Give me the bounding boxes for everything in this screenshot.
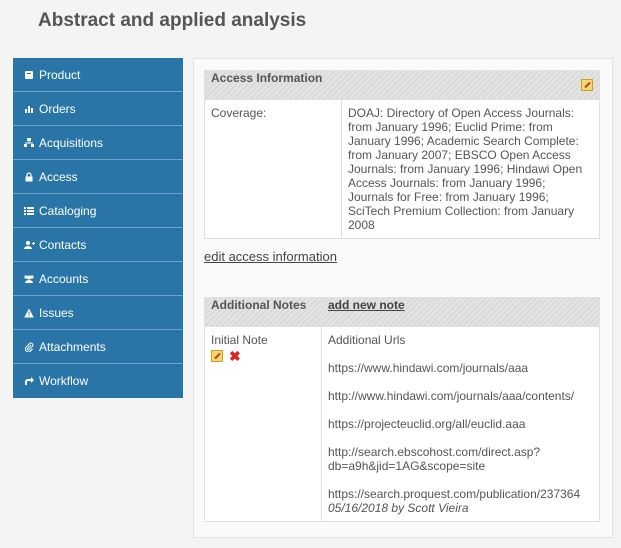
sidebar-item-acquisitions[interactable]: Acquisitions — [13, 126, 183, 160]
sidebar-item-label: Workflow — [39, 374, 89, 388]
user-plus-icon — [23, 240, 35, 250]
edit-pencil-icon[interactable] — [581, 79, 593, 91]
page-title: Abstract and applied analysis — [38, 10, 307, 31]
note-body: Additional Urls https://www.hindawi.com/… — [321, 326, 600, 522]
sidebar-item-accounts[interactable]: Accounts — [13, 262, 183, 296]
coverage-label: Coverage: — [204, 99, 342, 239]
table-row: Initial Note ✖ Additional Urls https://w… — [204, 326, 600, 522]
lock-icon — [23, 171, 35, 182]
sitemap-icon — [23, 137, 35, 148]
note-url: https://www.hindawi.com/journals/aaa — [328, 361, 529, 375]
note-url: https://projecteuclid.org/all/euclid.aaa — [328, 417, 526, 431]
edit-access-link[interactable]: edit access information — [204, 249, 337, 264]
additional-notes-table: Additional Notes add new note Initial No… — [204, 297, 600, 522]
sidebar-item-cataloging[interactable]: Cataloging — [13, 194, 183, 228]
users-icon — [23, 274, 35, 284]
book-icon — [23, 70, 35, 80]
access-information-table: Access Information Coverage: DOAJ: Direc… — [204, 70, 600, 239]
sidebar-item-workflow[interactable]: Workflow — [13, 364, 183, 398]
warning-icon — [23, 308, 35, 318]
add-new-note-link[interactable]: add new note — [328, 298, 405, 312]
sidebar-item-label: Cataloging — [39, 203, 97, 218]
edit-pencil-icon[interactable] — [211, 350, 223, 362]
sidebar-item-label: Product — [39, 67, 81, 82]
note-meta: 05/16/2018 by Scott Vieira — [328, 501, 469, 515]
note-url: https://search.proquest.com/publication/… — [328, 487, 581, 501]
sidebar-item-label: Orders — [39, 101, 76, 116]
note-heading: Additional Urls — [328, 333, 406, 347]
main-panel: Access Information Coverage: DOAJ: Direc… — [193, 58, 613, 538]
note-actions: ✖ — [211, 349, 315, 363]
sidebar-item-orders[interactable]: Orders — [13, 92, 183, 126]
notes-header-actions: add new note — [321, 297, 600, 327]
sidebar-item-label: Accounts — [39, 271, 89, 286]
sidebar-item-label: Acquisitions — [39, 135, 104, 150]
note-url: http://www.hindawi.com/journals/aaa/cont… — [328, 389, 575, 403]
sidebar-item-label: Issues — [39, 305, 74, 320]
sidebar: Product Orders Acquisitions Access Catal… — [13, 58, 183, 398]
access-header-title: Access Information — [211, 71, 323, 85]
note-title-cell: Initial Note ✖ — [204, 326, 322, 522]
list-icon — [23, 206, 35, 216]
share-icon — [23, 376, 35, 386]
note-url: http://search.ebscohost.com/direct.asp?d… — [328, 445, 541, 473]
sidebar-item-contacts[interactable]: Contacts — [13, 228, 183, 262]
bar-chart-icon — [23, 104, 35, 114]
sidebar-item-label: Contacts — [39, 237, 87, 252]
paperclip-icon — [23, 342, 35, 352]
sidebar-item-product[interactable]: Product — [13, 58, 183, 92]
access-header: Access Information — [204, 70, 600, 100]
note-title: Initial Note — [211, 333, 268, 347]
sidebar-item-label: Attachments — [39, 339, 106, 354]
sidebar-item-issues[interactable]: Issues — [13, 296, 183, 330]
notes-header: Additional Notes — [204, 297, 322, 327]
sidebar-item-access[interactable]: Access — [13, 160, 183, 194]
coverage-value: DOAJ: Directory of Open Access Journals:… — [341, 99, 600, 239]
sidebar-item-label: Access — [39, 169, 78, 184]
sidebar-item-attachments[interactable]: Attachments — [13, 330, 183, 364]
delete-x-icon[interactable]: ✖ — [229, 349, 241, 363]
